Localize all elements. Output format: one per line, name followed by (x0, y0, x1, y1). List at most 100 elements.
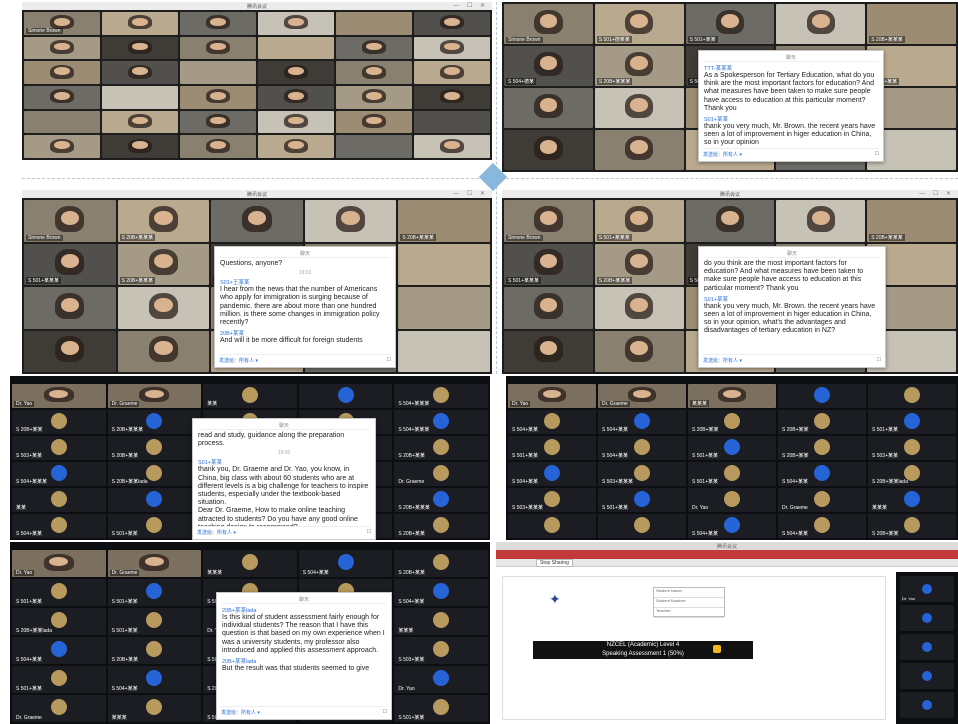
participant-video-tile[interactable] (504, 330, 593, 372)
participant-avatar-tile[interactable]: S 504+某某 (778, 462, 866, 486)
participant-avatar-tile[interactable]: S 20B+某某 (394, 514, 488, 538)
participant-video-tile[interactable]: S 20B+某某某 (867, 4, 956, 44)
chat-footer[interactable]: 发送给：所有人 ▾ ☐ (703, 148, 879, 158)
window-controls[interactable]: — ☐ ✕ (919, 190, 954, 198)
participant-avatar-tile[interactable]: Dr. Yao (394, 666, 488, 693)
participant-video-tile[interactable]: Simone Brown (24, 200, 116, 242)
participant-video-tile[interactable] (258, 61, 334, 84)
participant-video-tile[interactable] (102, 110, 178, 134)
participant-avatar-tile[interactable]: S 20B+某某 (778, 410, 866, 434)
participant-video-tile[interactable]: Dr. Yao (12, 550, 106, 577)
participant-avatar-tile[interactable]: S 20B+某某 (778, 436, 866, 460)
chat-window[interactable]: 聊天 read and study, guidance along the pr… (192, 418, 376, 540)
participant-video-tile[interactable] (336, 36, 412, 60)
chat-recipient-select[interactable]: 发送给：所有人 ▾ (703, 151, 742, 158)
participant-avatar-tile[interactable]: Dr. Graeme (394, 462, 488, 486)
participant-avatar-tile[interactable]: 某某某 (107, 695, 202, 722)
participant-video-tile[interactable]: Dr. Yao (508, 384, 596, 408)
participant-video-tile[interactable] (117, 330, 210, 372)
participant-video-tile[interactable]: S 504+德某 (504, 46, 593, 86)
participant-video-tile[interactable] (211, 200, 303, 242)
participant-avatar-tile[interactable]: S 504+某某 (598, 410, 686, 434)
participant-avatar-tile[interactable]: S 20B+某某lada (12, 608, 106, 635)
participant-video-tile[interactable]: S 20B+某某某 (867, 200, 956, 242)
participant-video-tile[interactable] (117, 287, 210, 329)
chat-window[interactable]: 聊天 TTT-某某某 As a Spokesperson for Tertiary… (698, 50, 884, 162)
participant-avatar-tile[interactable]: 某某 (12, 488, 106, 512)
side-participant-tile[interactable] (900, 634, 954, 660)
participant-avatar-tile[interactable]: S 20B+某某 (107, 436, 202, 460)
participant-video-tile[interactable]: S 20B+某某某 (117, 243, 210, 285)
participant-video-tile[interactable] (24, 287, 116, 329)
participant-avatar-tile[interactable] (598, 514, 686, 538)
window-controls[interactable]: — ☐ ✕ (453, 190, 488, 198)
participant-avatar-tile[interactable]: S 503+某某某 (508, 488, 596, 512)
participant-video-tile[interactable] (102, 61, 178, 84)
participant-video-tile[interactable] (24, 135, 100, 158)
participant-video-tile[interactable]: S 501+某某某 (594, 200, 684, 242)
participant-avatar-tile[interactable]: S 504+某某 (12, 514, 106, 538)
participant-video-tile[interactable] (102, 85, 178, 109)
chat-window[interactable]: 聊天 Questions, anyone? 19:03 S01+王某某 I hear … (214, 246, 396, 368)
participant-avatar-tile[interactable]: S 501+某某 (508, 436, 596, 460)
participant-video-tile[interactable] (180, 110, 256, 134)
chat-window[interactable]: 聊天 20B+某某lada Is this kind of student ass… (216, 592, 392, 720)
participant-avatar-tile[interactable]: S 504+某某 (778, 514, 866, 538)
participant-avatar-tile[interactable]: S 501+某某 (688, 462, 776, 486)
participant-video-tile[interactable] (24, 110, 100, 134)
participant-video-tile[interactable] (414, 12, 490, 35)
participant-video-tile[interactable] (336, 85, 412, 109)
participant-video-tile[interactable] (336, 135, 412, 158)
participant-avatar-tile[interactable]: S 504+某某 (508, 462, 596, 486)
participant-avatar-tile[interactable]: S 504+某某 (508, 410, 596, 434)
chat-recipient-select[interactable]: 发送给：所有人 ▾ (219, 357, 258, 364)
participant-video-tile[interactable] (594, 330, 684, 372)
participant-avatar-tile[interactable]: 某某某 (868, 488, 956, 512)
participant-avatar-tile[interactable] (508, 514, 596, 538)
participant-video-tile[interactable] (414, 135, 490, 158)
participant-video-tile[interactable] (102, 12, 178, 35)
participant-avatar-tile[interactable]: S 501+某某 (12, 666, 106, 693)
participant-video-tile[interactable] (180, 85, 256, 109)
participant-avatar-tile[interactable]: Dr. Yao (688, 488, 776, 512)
participant-avatar-tile[interactable] (778, 384, 866, 408)
participant-video-tile[interactable]: S 20B+某某某 (594, 46, 684, 86)
participant-avatar-tile[interactable]: S 20B+某某 (688, 410, 776, 434)
participant-video-tile[interactable] (398, 330, 490, 372)
participant-avatar-tile[interactable]: S 501+某某 (107, 608, 202, 635)
participant-video-tile[interactable] (414, 110, 490, 134)
participant-avatar-tile[interactable]: S 501+某某 (394, 695, 488, 722)
chat-footer[interactable]: 发送给：所有人 ▾ ☐ (197, 526, 371, 536)
participant-video-tile[interactable] (594, 287, 684, 329)
participant-video-tile[interactable] (504, 88, 593, 128)
file-icon[interactable]: ☐ (367, 529, 371, 536)
participant-video-tile[interactable]: S 501+某某某 (24, 243, 116, 285)
participant-avatar-tile[interactable]: S 501+某某 (12, 579, 106, 606)
participant-avatar-tile[interactable]: S 20B+某某 (107, 637, 202, 664)
participant-video-tile[interactable]: Simone Brown (24, 12, 100, 35)
participant-video-tile[interactable]: S 501+德某某 (594, 4, 684, 44)
participant-video-tile[interactable]: S 20B+某某某 (594, 243, 684, 285)
participant-video-tile[interactable]: Dr. Graeme (598, 384, 686, 408)
participant-avatar-tile[interactable]: S 20B+某某 (394, 436, 488, 460)
participant-avatar-tile[interactable]: S 501+某某 (688, 436, 776, 460)
participant-avatar-tile[interactable]: S 20B+某某 (12, 410, 106, 434)
participant-avatar-tile[interactable]: S 20B+某某某 (394, 488, 488, 512)
side-participant-tile[interactable]: Dr. Yao (900, 576, 954, 602)
participant-avatar-tile[interactable]: S 20B+某某某 (107, 410, 202, 434)
participant-video-tile[interactable] (258, 12, 334, 35)
participant-video-tile[interactable] (685, 200, 775, 242)
participant-video-tile[interactable]: Dr. Yao (12, 384, 106, 408)
participant-avatar-tile[interactable]: S 504+某某 (598, 436, 686, 460)
participant-video-tile[interactable]: Simone Brown (504, 200, 593, 242)
participant-avatar-tile[interactable]: S 504+某某某 (394, 384, 488, 408)
participant-avatar-tile[interactable]: S 501+某某 (107, 579, 202, 606)
participant-video-tile[interactable] (336, 110, 412, 134)
participant-video-tile[interactable] (776, 4, 866, 44)
participant-avatar-tile[interactable] (868, 384, 956, 408)
participant-avatar-tile[interactable]: S 501+某某 (598, 488, 686, 512)
participant-video-tile[interactable] (304, 200, 397, 242)
participant-video-tile[interactable] (594, 130, 684, 170)
side-participant-tile[interactable] (900, 692, 954, 718)
participant-video-tile[interactable]: S 501+某某 (685, 4, 775, 44)
